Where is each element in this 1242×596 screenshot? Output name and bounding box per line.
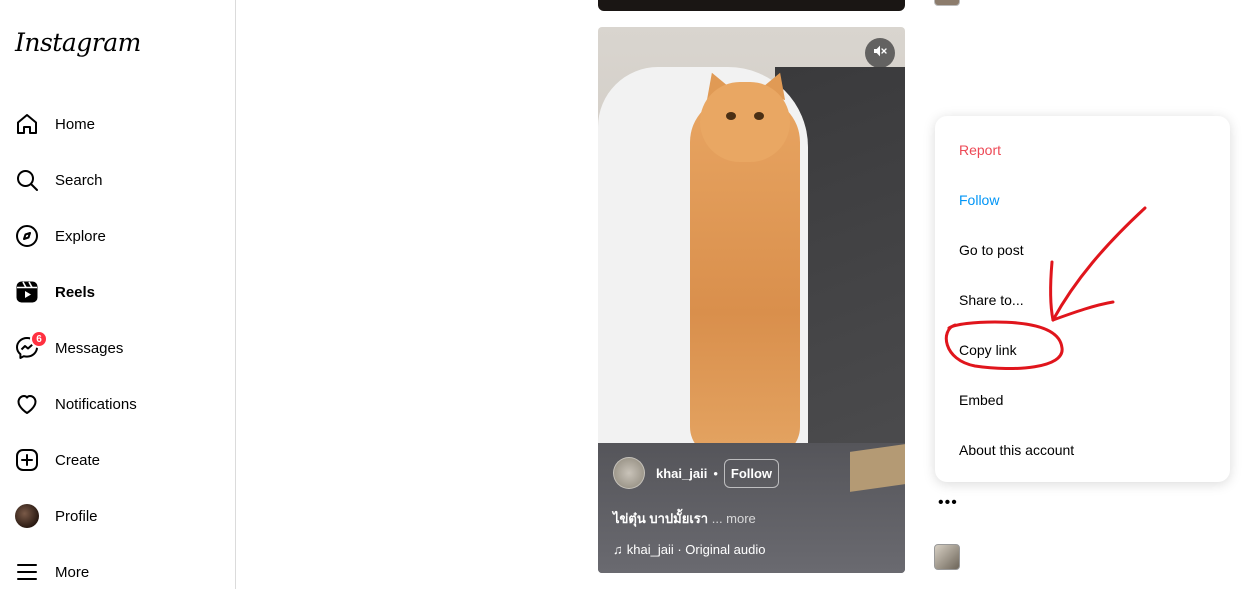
menu-item-report[interactable]: Report xyxy=(959,142,1001,158)
reel-video[interactable]: khai_jaii • Follow ไข่ตุ๋น บาปมั้ยเรา ..… xyxy=(598,27,905,573)
previous-reel-audio-thumbnail[interactable] xyxy=(934,0,960,6)
sidebar-item-create[interactable]: Create xyxy=(12,436,222,484)
sidebar-item-label: Search xyxy=(55,171,103,189)
menu-item-share-to[interactable]: Share to... xyxy=(959,292,1024,308)
search-icon xyxy=(12,165,42,195)
sidebar-item-label: More xyxy=(55,563,90,581)
menu-item-embed[interactable]: Embed xyxy=(959,392,1003,408)
hamburger-icon xyxy=(12,557,42,587)
sidebar-item-label: Home xyxy=(55,115,96,133)
plus-square-icon xyxy=(12,445,42,475)
sidebar-item-label: Create xyxy=(55,451,101,469)
menu-item-copy-link[interactable]: Copy link xyxy=(959,342,1017,358)
sidebar-item-notifications[interactable]: Notifications xyxy=(12,380,222,428)
reel-author: khai_jaii • Follow xyxy=(613,457,780,489)
sidebar-item-label: Notifications xyxy=(55,395,137,413)
heart-icon xyxy=(12,389,42,419)
menu-item-go-to-post[interactable]: Go to post xyxy=(959,242,1024,258)
notification-badge: 6 xyxy=(30,330,48,348)
music-note-icon: ♫ xyxy=(613,542,623,557)
reel-follow-button[interactable]: Follow xyxy=(723,458,780,488)
sidebar-item-explore[interactable]: Explore xyxy=(12,212,222,260)
reel-username[interactable]: khai_jaii xyxy=(656,466,707,481)
sidebar-item-label: Explore xyxy=(55,227,106,245)
menu-item-follow[interactable]: Follow xyxy=(959,192,999,208)
reel-caption-more[interactable]: ... more xyxy=(712,511,756,526)
sidebar-item-profile[interactable]: Profile xyxy=(12,492,222,540)
avatar xyxy=(15,504,39,528)
more-options-icon[interactable]: ••• xyxy=(938,494,958,512)
messenger-icon: 6 xyxy=(12,330,48,363)
reel-audio[interactable]: ♫ khai_jaii · Original audio xyxy=(613,542,766,557)
reel-caption: ไข่ตุ๋น บาปมั้ยเรา ... more xyxy=(613,508,756,529)
audio-thumbnail[interactable] xyxy=(934,544,960,570)
home-icon xyxy=(12,109,42,139)
reel-audio-label: khai_jaii · Original audio xyxy=(626,542,766,557)
sidebar-item-reels[interactable]: Reels xyxy=(12,268,222,316)
sidebar-item-label: Messages xyxy=(55,339,124,357)
speaker-muted-icon xyxy=(872,43,888,64)
sidebar-item-messages[interactable]: 6 Messages xyxy=(12,324,222,372)
compass-icon xyxy=(12,221,42,251)
reel-author-avatar[interactable] xyxy=(613,457,645,489)
mute-button[interactable] xyxy=(865,38,895,68)
sidebar-item-search[interactable]: Search xyxy=(12,156,222,204)
sidebar: Instagram Home Search Explore Reels 6 Me… xyxy=(0,0,236,589)
sidebar-item-home[interactable]: Home xyxy=(12,100,222,148)
reel-caption-text: ไข่ตุ๋น บาปมั้ยเรา xyxy=(613,511,709,526)
menu-item-about-account[interactable]: About this account xyxy=(959,442,1074,458)
previous-reel[interactable] xyxy=(598,0,905,11)
sidebar-item-label: Reels xyxy=(55,283,96,301)
reels-icon xyxy=(12,277,42,307)
sidebar-item-label: Profile xyxy=(55,507,98,525)
instagram-logo[interactable]: Instagram xyxy=(15,28,141,57)
options-menu: Report Follow Go to post Share to... Cop… xyxy=(935,116,1230,482)
